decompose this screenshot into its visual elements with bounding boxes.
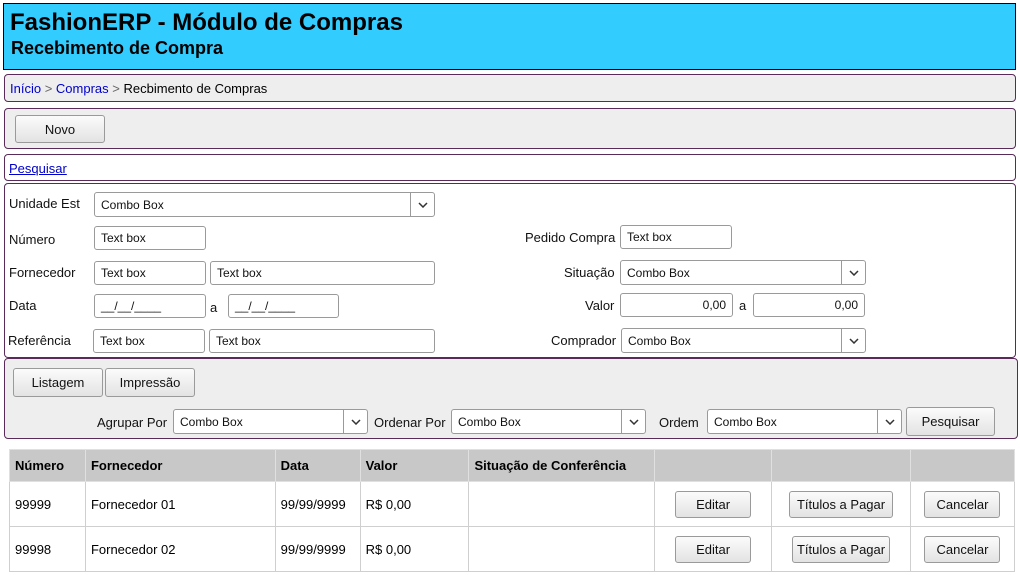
results-table: Número Fornecedor Data Valor Situação de… — [9, 449, 1016, 572]
valor-label: Valor — [585, 298, 615, 313]
referencia-label: Referência — [8, 333, 71, 348]
referencia-code-input[interactable]: Text box — [93, 329, 205, 353]
cancelar-button[interactable]: Cancelar — [924, 535, 1001, 563]
cell-numero: 99998 — [9, 526, 86, 572]
data-range-separator: a — [210, 300, 218, 315]
novo-button[interactable]: Novo — [15, 115, 105, 143]
data-to-input[interactable]: __/__/____ — [228, 294, 339, 318]
comprador-label: Comprador — [551, 333, 617, 348]
cell-cancelar: Cancelar — [909, 481, 1016, 527]
titulos-a-pagar-button[interactable]: Títulos a Pagar — [789, 490, 894, 518]
impressao-button[interactable]: Impressão — [105, 368, 195, 397]
cell-titulos: Títulos a Pagar — [771, 526, 911, 572]
pesquisar-button[interactable]: Pesquisar — [906, 407, 995, 436]
column-header-titulos — [771, 449, 911, 482]
breadcrumb-separator: > — [112, 81, 120, 96]
cell-situacao — [468, 481, 656, 527]
valor-from-input[interactable]: 0,00 — [620, 293, 733, 317]
app-title: FashionERP - Módulo de Compras — [10, 9, 403, 36]
data-label: Data — [9, 298, 37, 313]
search-toggle-link[interactable]: Pesquisar — [9, 161, 67, 176]
ordem-label: Ordem — [659, 415, 699, 430]
titulos-a-pagar-button[interactable]: Títulos a Pagar — [792, 535, 891, 563]
column-header-situacao: Situação de Conferência — [468, 449, 656, 482]
cell-valor: R$ 0,00 — [359, 481, 470, 527]
table-row: 99999 Fornecedor 01 99/99/9999 R$ 0,00 E… — [9, 481, 1016, 527]
column-header-editar — [654, 449, 773, 482]
cancelar-button[interactable]: Cancelar — [924, 490, 1001, 518]
toolbar-panel: Novo — [4, 108, 1016, 149]
pedido-input[interactable]: Text box — [620, 225, 732, 249]
unidade-label: Unidade Est — [9, 196, 80, 211]
actions-panel: Listagem Impressão Agrupar Por Combo Box… — [4, 358, 1018, 439]
breadcrumb-current: Recbimento de Compras — [123, 81, 268, 96]
column-header-valor: Valor — [359, 449, 470, 482]
cell-fornecedor: Fornecedor 01 — [84, 481, 276, 527]
unidade-select[interactable]: Combo Box — [94, 192, 435, 217]
chevron-down-icon — [841, 329, 865, 352]
editar-button[interactable]: Editar — [675, 490, 752, 518]
pedido-label: Pedido Compra — [525, 230, 616, 245]
cell-editar: Editar — [654, 526, 773, 572]
situacao-select[interactable]: Combo Box — [620, 260, 866, 285]
search-form: Unidade Est Combo Box Número Text box Fo… — [4, 183, 1016, 358]
comprador-select[interactable]: Combo Box — [621, 328, 866, 353]
chevron-down-icon — [841, 261, 865, 284]
breadcrumb-link-inicio[interactable]: Início — [10, 81, 41, 96]
chevron-down-icon — [410, 193, 434, 216]
situacao-select-value: Combo Box — [627, 266, 690, 280]
column-header-cancelar — [909, 449, 1016, 482]
numero-label: Número — [9, 232, 56, 247]
cell-fornecedor: Fornecedor 02 — [84, 526, 276, 572]
ordem-select[interactable]: Combo Box — [707, 409, 902, 434]
unidade-select-value: Combo Box — [101, 198, 164, 212]
cell-editar: Editar — [654, 481, 773, 527]
valor-to-input[interactable]: 0,00 — [753, 293, 865, 317]
agrupar-select[interactable]: Combo Box — [173, 409, 368, 434]
chevron-down-icon — [621, 410, 645, 433]
breadcrumb: Início > Compras > Recbimento de Compras — [4, 74, 1016, 102]
agrupar-label: Agrupar Por — [97, 415, 168, 430]
column-header-data: Data — [274, 449, 361, 482]
chevron-down-icon — [877, 410, 901, 433]
fornecedor-label: Fornecedor — [9, 265, 76, 280]
fornecedor-name-input[interactable]: Text box — [210, 261, 435, 285]
breadcrumb-link-compras[interactable]: Compras — [56, 81, 109, 96]
data-from-input[interactable]: __/__/____ — [94, 294, 206, 318]
page-subtitle: Recebimento de Compra — [11, 38, 224, 58]
ordem-select-value: Combo Box — [714, 415, 777, 429]
situacao-label: Situação — [564, 265, 615, 280]
cell-data: 99/99/9999 — [274, 481, 361, 527]
valor-range-separator: a — [739, 298, 747, 313]
search-toggle-bar: Pesquisar — [4, 154, 1016, 181]
breadcrumb-separator: > — [44, 81, 53, 96]
table-row: 99998 Fornecedor 02 99/99/9999 R$ 0,00 E… — [9, 526, 1016, 572]
cell-valor: R$ 0,00 — [359, 526, 470, 572]
ordenar-select[interactable]: Combo Box — [451, 409, 646, 434]
cell-data: 99/99/9999 — [274, 526, 361, 572]
listagem-button[interactable]: Listagem — [13, 368, 103, 397]
ordenar-label: Ordenar Por — [374, 415, 446, 430]
cell-titulos: Títulos a Pagar — [771, 481, 911, 527]
referencia-desc-input[interactable]: Text box — [209, 329, 435, 353]
numero-input[interactable]: Text box — [94, 226, 206, 250]
agrupar-select-value: Combo Box — [180, 415, 243, 429]
fornecedor-code-input[interactable]: Text box — [94, 261, 206, 285]
app-header: FashionERP - Módulo de Compras Recebimen… — [3, 3, 1016, 70]
column-header-numero: Número — [9, 449, 86, 482]
cell-numero: 99999 — [9, 481, 86, 527]
table-header-row: Número Fornecedor Data Valor Situação de… — [9, 449, 1016, 482]
chevron-down-icon — [343, 410, 367, 433]
column-header-fornecedor: Fornecedor — [84, 449, 276, 482]
cell-cancelar: Cancelar — [909, 526, 1016, 572]
ordenar-select-value: Combo Box — [458, 415, 521, 429]
cell-situacao — [468, 526, 656, 572]
comprador-select-value: Combo Box — [628, 334, 691, 348]
editar-button[interactable]: Editar — [675, 535, 752, 563]
